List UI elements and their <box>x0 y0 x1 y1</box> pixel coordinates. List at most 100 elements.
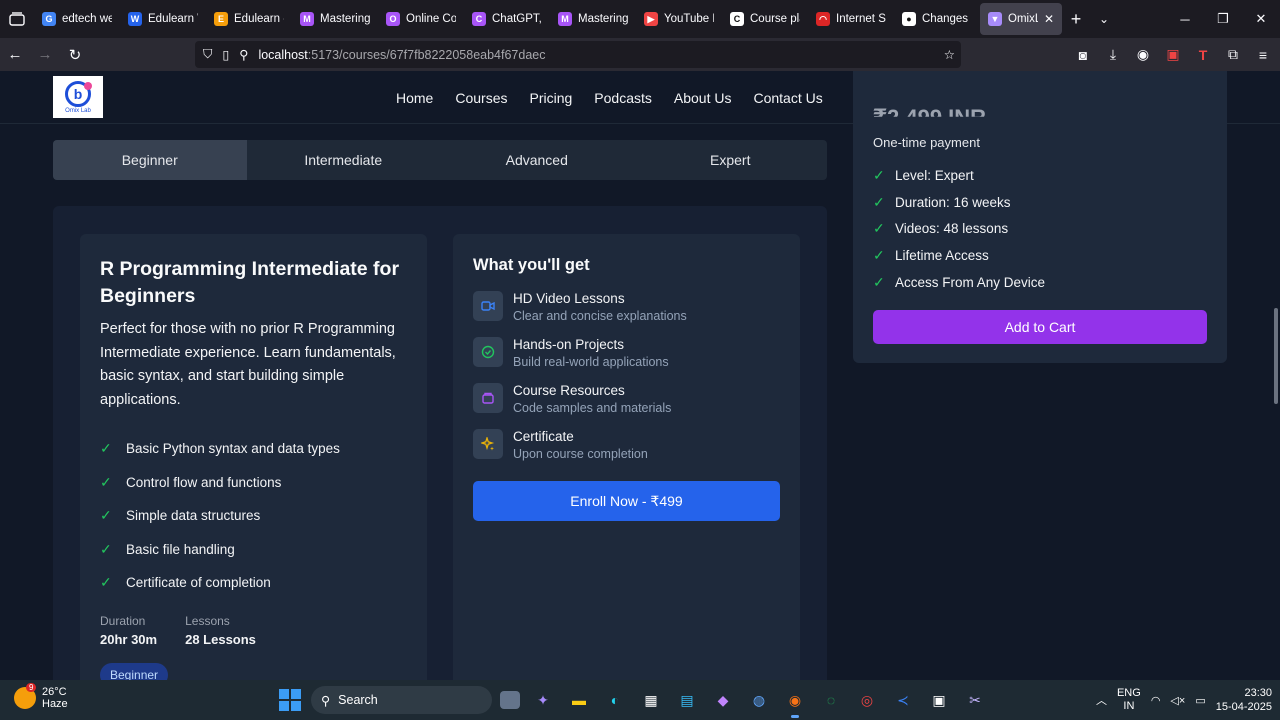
add-to-cart-button[interactable]: Add to Cart <box>873 310 1207 345</box>
permissions-icon[interactable]: ⚲ <box>239 47 248 62</box>
nav-courses[interactable]: Courses <box>455 90 507 106</box>
minimize-icon[interactable]: ─ <box>1166 0 1204 38</box>
browser-tab[interactable]: C Course plar <box>722 3 808 35</box>
nav-podcasts[interactable]: Podcasts <box>594 90 652 106</box>
price-feature-label: Access From Any Device <box>895 274 1046 290</box>
duration-value: 20hr 30m <box>100 631 158 647</box>
list-item: ✓ Lifetime Access <box>873 242 1207 269</box>
tab-label: YouTube M <box>664 13 714 25</box>
copilot-icon[interactable]: ✦ <box>530 686 556 714</box>
nav-contact[interactable]: Contact Us <box>753 90 822 106</box>
firefox-icon[interactable]: ◉ <box>782 686 808 718</box>
volume-muted-icon[interactable]: ◁× <box>1170 694 1185 707</box>
language-indicator[interactable]: ENG IN <box>1117 687 1141 713</box>
level-badge: Beginner <box>100 662 169 680</box>
list-item: ✓ Level: Expert <box>873 162 1207 189</box>
lang-bottom: IN <box>1123 700 1135 712</box>
nav-about[interactable]: About Us <box>674 90 732 106</box>
downloads-icon[interactable]: ⤓ <box>1102 46 1124 63</box>
back-icon[interactable]: ← <box>0 40 30 70</box>
snipping-tool-icon[interactable]: ✂ <box>962 686 988 714</box>
extension-t-icon[interactable]: T <box>1192 47 1214 63</box>
tab-expert[interactable]: Expert <box>634 140 828 180</box>
price-card-features: ✓ Level: Expert ✓ Duration: 16 weeks ✓ Videos… <box>873 162 1207 295</box>
tab-label: Mastering S <box>578 13 628 25</box>
pocket-icon[interactable]: ◙ <box>1072 47 1094 63</box>
browser-tab[interactable]: C ChatGPT, D <box>464 3 550 35</box>
browser-tab[interactable]: ▼ OmixLab ✕ <box>980 3 1062 35</box>
sparkle-icon <box>473 429 503 459</box>
check-icon: ✓ <box>873 193 885 210</box>
browser-tab[interactable]: W Edulearn W <box>120 3 206 35</box>
tab-overflow-icon[interactable]: ⌄ <box>1090 12 1118 26</box>
account-icon[interactable]: ◉ <box>1132 46 1154 63</box>
menu-icon[interactable]: ≡ <box>1252 47 1274 63</box>
clock[interactable]: 23:30 15-04-2025 <box>1216 686 1272 714</box>
chrome-icon[interactable]: ◎ <box>854 686 880 714</box>
extension-badge-icon[interactable]: ▣ <box>1162 46 1184 63</box>
logo-text: Omix Lab <box>65 107 91 114</box>
feature-label: Simple data structures <box>126 508 261 524</box>
list-item: ✓ Duration: 16 weeks <box>873 189 1207 216</box>
browser-tab[interactable]: ▶ YouTube M <box>636 3 722 35</box>
course-card: R Programming Intermediate for Beginners… <box>80 234 427 680</box>
chevron-up-icon[interactable]: ︿ <box>1096 692 1107 708</box>
browser-tab[interactable]: O Online Cou <box>378 3 464 35</box>
get-item-subtitle: Clear and concise explanations <box>513 309 687 323</box>
new-tab-button[interactable]: + <box>1062 9 1090 30</box>
whatsapp-icon[interactable]: ◌ <box>818 686 844 714</box>
tab-list-icon[interactable] <box>0 0 34 38</box>
task-view-icon[interactable] <box>500 691 520 709</box>
browser-tab-bar: Gedtech web W Edulearn W E Edulearn - M Maste… <box>0 0 1280 38</box>
battery-icon[interactable]: ▭ <box>1195 694 1205 707</box>
browser-tab[interactable]: ◠ Internet Sp <box>808 3 894 35</box>
price-feature-label: Duration: 16 weeks <box>895 194 1011 210</box>
url-bar[interactable]: ⛉ ▯ ⚲ localhost:5173/courses/67f7fb82220… <box>195 41 961 68</box>
tab-advanced[interactable]: Advanced <box>440 140 634 180</box>
file-explorer-icon[interactable]: ▬ <box>566 686 592 714</box>
get-item-title: Hands-on Projects <box>513 337 625 352</box>
list-item: ✓ Certificate of completion <box>100 566 407 600</box>
vscode-icon[interactable]: ≺ <box>890 686 916 714</box>
page-scrollbar[interactable] <box>1274 308 1278 404</box>
taskbar-search[interactable]: ⚲ Search <box>311 686 492 714</box>
store-icon[interactable]: ▦ <box>638 686 664 714</box>
enroll-now-button[interactable]: Enroll Now - ₹499 <box>473 481 780 521</box>
tab-beginner[interactable]: Beginner <box>53 140 247 180</box>
wifi-icon[interactable]: ◠ <box>1151 694 1161 707</box>
nav-home[interactable]: Home <box>396 90 433 106</box>
maximize-icon[interactable]: ❐ <box>1204 0 1242 38</box>
office-icon[interactable]: ◆ <box>710 686 736 714</box>
weather-widget[interactable]: 9 26°C Haze <box>14 683 68 710</box>
price-feature-label: Lifetime Access <box>895 247 989 263</box>
myhp-icon[interactable]: ▤ <box>674 686 700 714</box>
terminal-icon[interactable]: ▣ <box>926 686 952 714</box>
edge-icon[interactable]: ◐ <box>602 686 628 714</box>
close-window-icon[interactable]: ✕ <box>1242 0 1280 38</box>
tab-label: Course plar <box>750 13 800 25</box>
tab-label: edtech web <box>62 13 112 25</box>
browser-tab[interactable]: ● Changes re <box>894 3 980 35</box>
list-item: ✓ Basic Python syntax and data types <box>100 432 407 466</box>
bookmark-star-icon[interactable]: ☆ <box>944 47 955 62</box>
python-icon[interactable]: ◍ <box>746 686 772 714</box>
forward-icon[interactable]: → <box>30 40 60 70</box>
extensions-icon[interactable]: ⧉ <box>1222 46 1244 63</box>
start-button[interactable] <box>279 689 301 711</box>
shield-icon[interactable]: ⛉ <box>203 47 212 62</box>
browser-tab[interactable]: M Mastering S <box>292 3 378 35</box>
tab-intermediate[interactable]: Intermediate <box>247 140 441 180</box>
browser-tab[interactable]: Gedtech web <box>34 3 120 35</box>
nav-pricing[interactable]: Pricing <box>530 90 573 106</box>
site-logo[interactable]: b Omix Lab <box>53 76 103 118</box>
get-item-subtitle: Code samples and materials <box>513 401 672 415</box>
tab-label: Online Cou <box>406 13 456 25</box>
close-tab-icon[interactable]: ✕ <box>1044 12 1054 26</box>
browser-tab[interactable]: E Edulearn - <box>206 3 292 35</box>
tab-favicon-icon: M <box>300 12 314 26</box>
browser-tab[interactable]: M Mastering S <box>550 3 636 35</box>
reload-icon[interactable]: ↻ <box>60 40 90 70</box>
tab-label: Edulearn W <box>148 13 198 25</box>
check-circle-icon <box>473 337 503 367</box>
page-info-icon[interactable]: ▯ <box>222 47 229 62</box>
